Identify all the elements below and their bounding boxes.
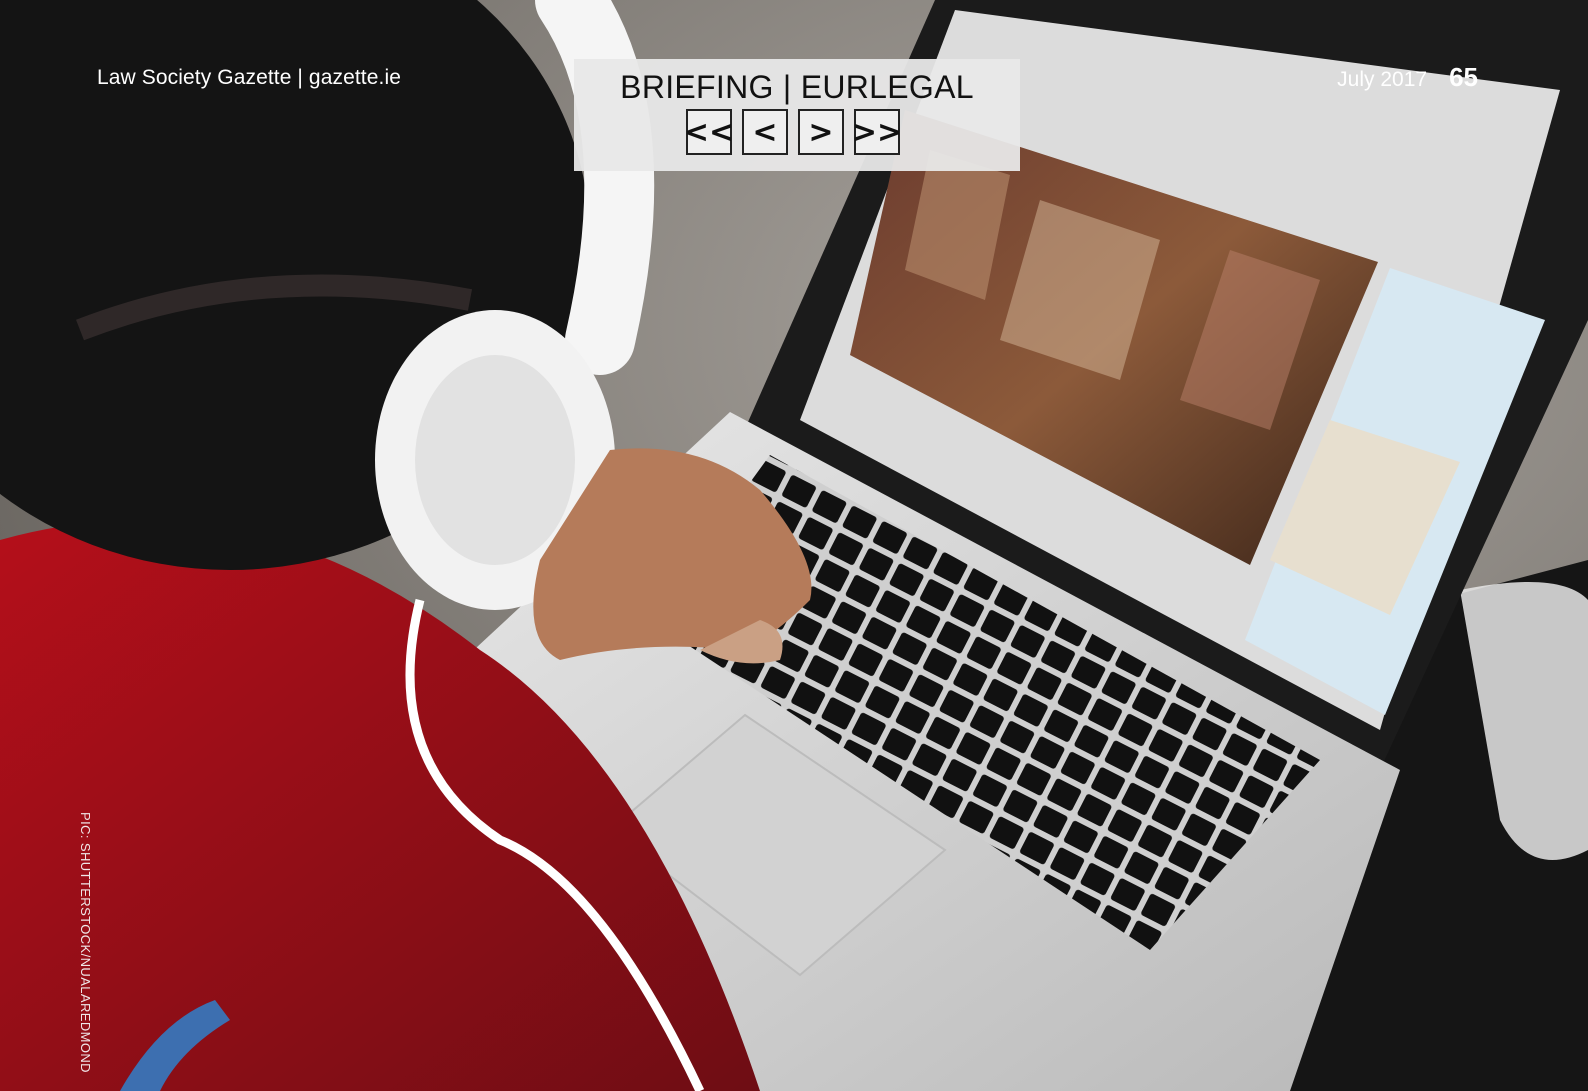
- issue-info: July 2017 65: [1337, 62, 1478, 93]
- photo-credit: PIC: SHUTTERSTOCK/NUALAREDMOND: [78, 812, 93, 1073]
- next-page-button[interactable]: >: [798, 109, 844, 155]
- section-label: BRIEFING | EURLEGAL: [620, 69, 974, 105]
- page-navigation-buttons: << < > >>: [684, 109, 902, 155]
- last-page-button[interactable]: >>: [852, 109, 902, 155]
- issue-date: July 2017: [1337, 68, 1428, 91]
- publication-title: Law Society Gazette | gazette.ie: [97, 66, 401, 89]
- first-page-button[interactable]: <<: [684, 109, 734, 155]
- page-number: 65: [1449, 62, 1478, 92]
- previous-page-button[interactable]: <: [742, 109, 788, 155]
- section-navigation-panel: BRIEFING | EURLEGAL << < > >>: [574, 59, 1020, 171]
